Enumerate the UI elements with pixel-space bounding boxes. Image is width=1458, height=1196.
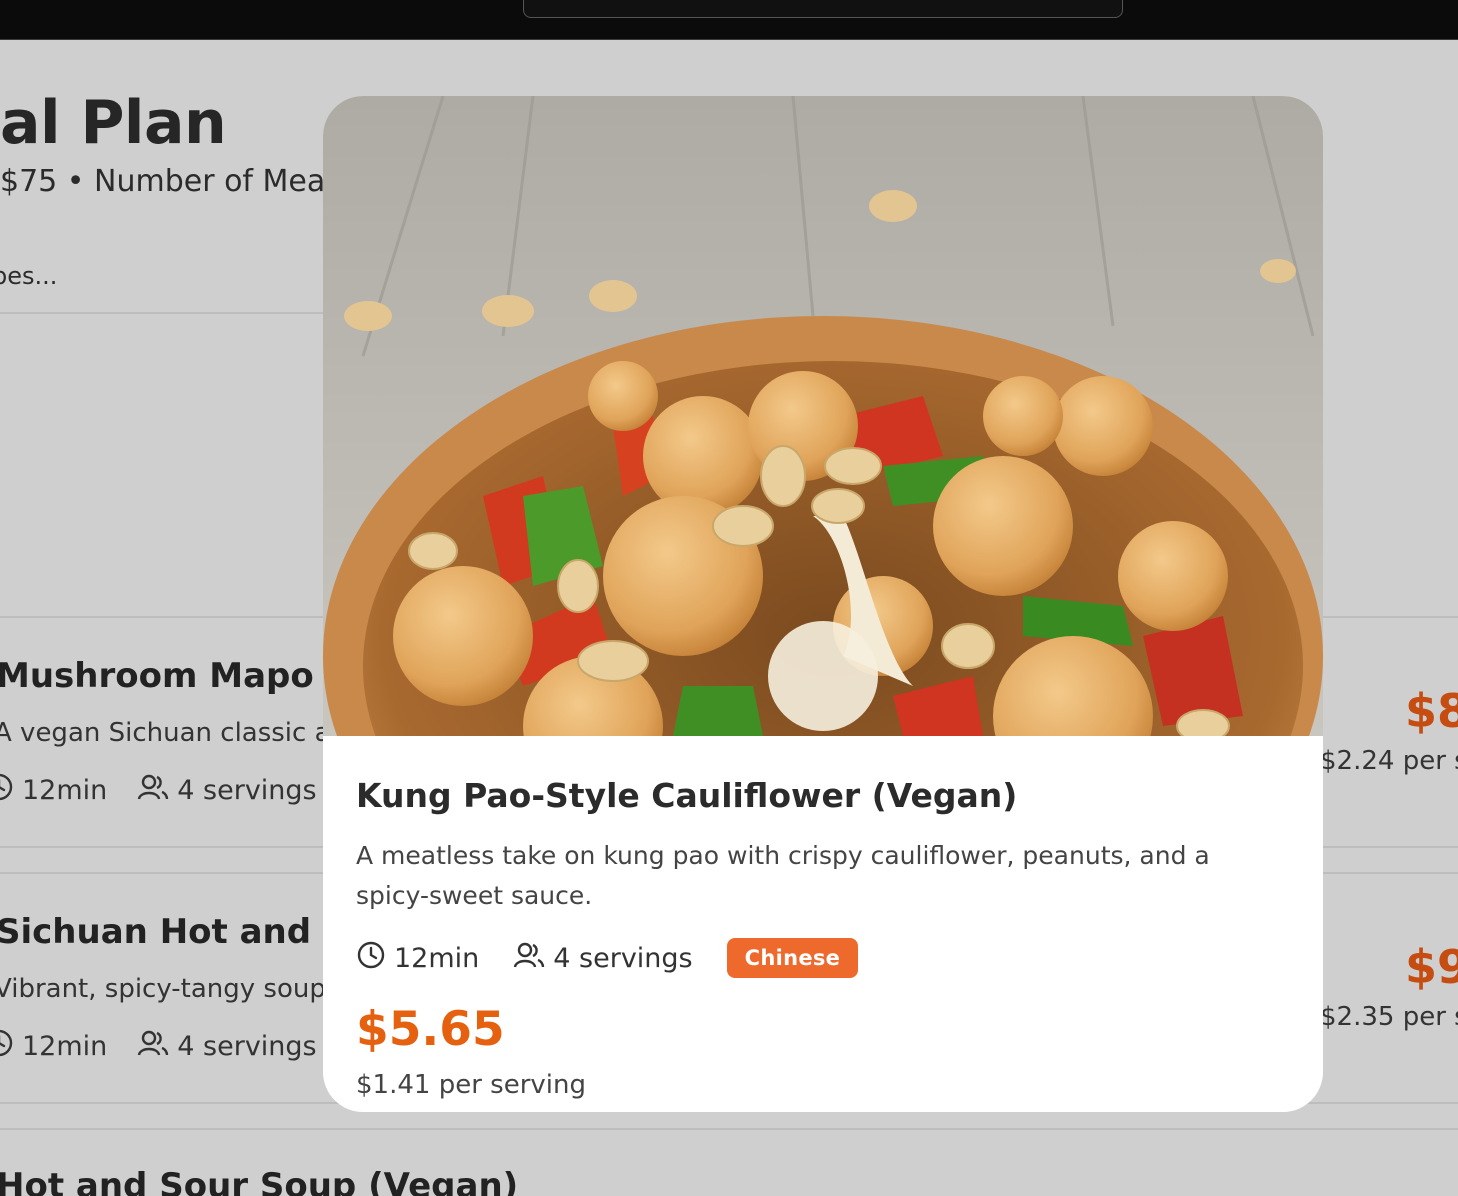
recipe-row-time: 12min [22,775,108,806]
divider [0,1128,1458,1130]
recipe-title: Kung Pao-Style Cauliflower (Vegan) [356,776,1018,815]
search-placeholder[interactable]: pes... [0,262,57,290]
recipe-row-servings: 4 servings [177,1031,317,1062]
recipe-row-time: 12min [22,1031,108,1062]
recipe-row-price: $8 [1405,684,1458,738]
recipe-row-title[interactable]: Mushroom Mapo To [0,656,368,696]
clock-icon [0,772,14,809]
browser-top-bar [0,0,1458,40]
people-icon [137,772,169,809]
recipe-per-serving: $1.41 per serving [356,1070,586,1100]
recipe-row-price: $9 [1405,940,1458,994]
page-title: al Plan [0,88,227,158]
clock-icon [0,1028,14,1065]
recipe-row-title[interactable]: Hot and Sour Soup (Vegan) [0,1166,518,1196]
recipe-description: A meatless take on kung pao with crispy … [356,841,1210,910]
recipe-hero-image [323,96,1323,736]
address-bar[interactable] [523,0,1123,18]
recipe-row-servings: 4 servings [177,775,317,806]
recipe-row-per-serving: $2.24 per s [1320,746,1458,776]
divider [0,312,323,314]
recipe-row-description: A vegan Sichuan classic a [0,718,331,748]
recipe-detail-modal[interactable]: Kung Pao-Style Cauliflower (Vegan) A mea… [323,96,1323,1112]
people-icon [513,940,545,977]
clock-icon [356,940,386,977]
recipe-row-per-serving: $2.35 per s [1320,1002,1458,1032]
recipe-meta: 12min 4 servings Chinese [356,936,859,980]
page-subtitle: $75 • Number of Meal [0,164,334,199]
cuisine-tag: Chinese [726,938,859,978]
recipe-servings: 4 servings [553,942,693,974]
recipe-row-meta: 12min 4 servings [0,772,317,809]
recipe-price: $5.65 [356,1002,505,1057]
recipe-row-description: Vibrant, spicy-tangy soup [0,974,326,1004]
recipe-row-meta: 12min 4 servings [0,1028,317,1065]
people-icon [137,1028,169,1065]
recipe-time: 12min [394,942,480,974]
recipe-row-title[interactable]: Sichuan Hot and So [0,912,371,952]
